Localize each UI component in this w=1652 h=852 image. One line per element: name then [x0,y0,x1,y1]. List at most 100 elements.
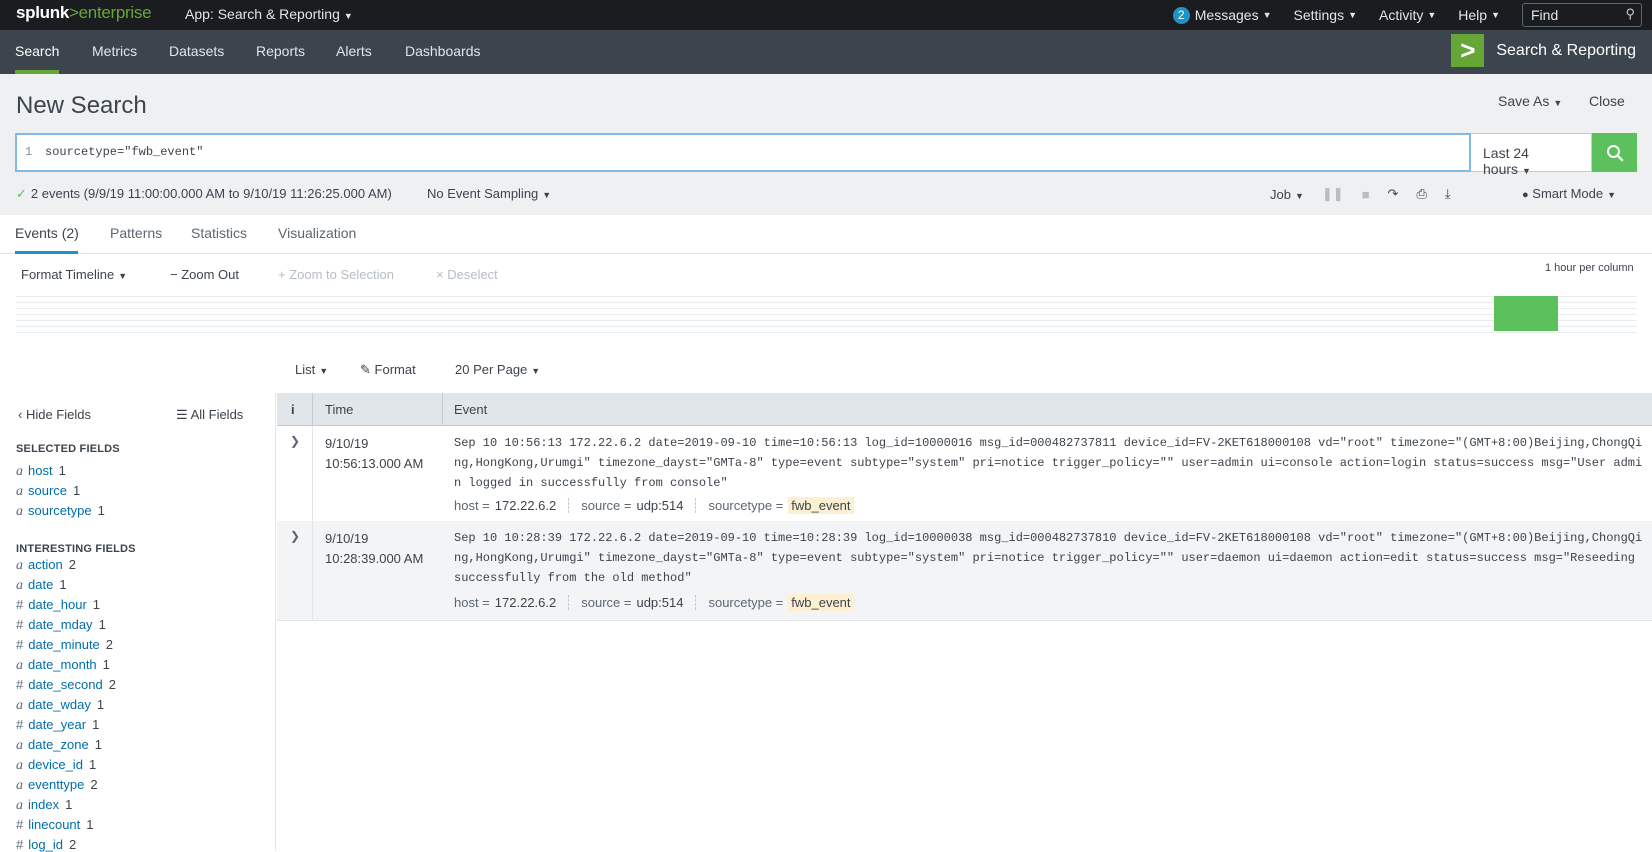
field-item-sourcetype[interactable]: a sourcetype 1 [16,503,105,520]
tab-statistics[interactable]: Statistics [191,225,247,241]
field-count: 1 [98,617,106,632]
string-field-icon: a [16,798,23,813]
field-count: 2 [68,837,77,852]
field-name: date_wday [28,697,91,712]
field-count: 1 [97,503,105,518]
zoom-out-label: Zoom Out [181,267,240,282]
app-nav-bar: Search Metrics Datasets Reports Alerts D… [0,30,1652,74]
search-submit-button[interactable] [1592,133,1637,172]
event-time[interactable]: 9/10/19 10:56:13.000 AM [325,434,423,474]
nav-search[interactable]: Search [15,43,59,59]
event-sampling-dropdown[interactable]: No Event Sampling ▼ [427,186,551,201]
string-field-icon: a [16,578,23,593]
zoom-to-selection-button[interactable]: + Zoom to Selection [278,267,394,282]
table-row: ❯ 9/10/19 10:28:39.000 AM Sep 10 10:28:39… [277,521,1652,620]
event-field-source[interactable]: source = udp:514 [581,595,697,610]
field-count: 1 [73,483,81,498]
app-title[interactable]: > Search & Reporting [1451,34,1636,67]
stop-icon[interactable]: ■ [1362,187,1370,202]
nav-reports[interactable]: Reports [256,43,305,59]
format-button[interactable]: ✎ Format [360,362,416,378]
app-menu[interactable]: App: Search & Reporting ▼ [185,6,353,22]
field-item-linecount[interactable]: # linecount 1 [16,817,94,832]
search-icon: ⚲ [1625,6,1635,21]
list-view-dropdown[interactable]: List ▼ [295,362,328,377]
expand-row-icon[interactable]: ❯ [290,434,300,448]
chevron-down-icon: ▼ [1553,98,1563,108]
field-item-date-zone[interactable]: a date_zone 1 [16,737,102,754]
search-mode-dropdown[interactable]: ● Smart Mode ▼ [1522,186,1616,201]
settings-menu[interactable]: Settings ▼ [1294,7,1358,23]
field-item-date-year[interactable]: # date_year 1 [16,717,99,732]
chevron-down-icon: ▼ [1294,190,1304,201]
timeline-gridline [16,308,1637,309]
event-field-host[interactable]: host = 172.22.6.2 [454,595,570,610]
zoom-out-button[interactable]: − Zoom Out [170,267,239,282]
close-button[interactable]: Close [1589,93,1625,109]
messages-menu[interactable]: 2 Messages ▼ [1172,6,1272,24]
field-item-date-hour[interactable]: # date_hour 1 [16,597,100,612]
all-fields-button[interactable]: ☰ All Fields [176,407,243,423]
field-name: date [28,577,54,592]
activity-menu[interactable]: Activity ▼ [1379,7,1436,23]
field-item-eventtype[interactable]: a eventtype 2 [16,777,98,794]
time-range-picker[interactable]: Last 24 hours ▼ [1471,133,1592,177]
help-menu[interactable]: Help ▼ [1458,7,1500,23]
field-item-index[interactable]: a index 1 [16,797,72,814]
nav-datasets[interactable]: Datasets [169,43,224,59]
field-item-device-id[interactable]: a device_id 1 [16,757,96,774]
field-item-date-second[interactable]: # date_second 2 [16,677,116,692]
chevron-down-icon: ▼ [118,271,128,281]
tab-patterns[interactable]: Patterns [110,225,162,241]
save-as-button[interactable]: Save As ▼ [1498,93,1562,109]
event-field-summary: host = 172.22.6.2 source = udp:514 sourcet… [454,497,878,514]
nav-metrics[interactable]: Metrics [92,43,137,59]
field-item-date-wday[interactable]: a date_wday 1 [16,697,104,714]
field-item-action[interactable]: a action 2 [16,557,76,574]
share-icon[interactable]: ↷ [1388,186,1399,202]
event-clock: 10:56:13.000 AM [325,456,424,471]
field-item-log-id[interactable]: # log_id 2 [16,837,76,852]
per-page-dropdown[interactable]: 20 Per Page ▼ [455,362,540,377]
tab-events[interactable]: Events (2) [15,225,79,241]
event-raw-text[interactable]: Sep 10 10:28:39 172.22.6.2 date=2019-09-… [454,528,1646,588]
nav-dashboards[interactable]: Dashboards [405,43,481,59]
field-value: fwb_event [788,497,854,514]
deselect-button[interactable]: × Deselect [436,267,498,282]
page-title: New Search [16,92,147,119]
tab-visualization[interactable]: Visualization [278,225,356,241]
field-item-source[interactable]: a source 1 [16,483,80,500]
field-item-host[interactable]: a host 1 [16,463,66,480]
event-field-sourcetype[interactable]: sourcetype = fwb_event [708,497,865,514]
string-field-icon: a [16,778,23,793]
event-field-host[interactable]: host = 172.22.6.2 [454,498,570,513]
field-item-date-month[interactable]: a date_month 1 [16,657,110,674]
event-time[interactable]: 9/10/19 10:28:39.000 AM [325,529,423,569]
timeline-chart[interactable] [16,296,1637,333]
event-raw-text[interactable]: Sep 10 10:56:13 172.22.6.2 date=2019-09-… [454,433,1646,493]
event-field-sourcetype[interactable]: sourcetype = fwb_event [708,594,865,611]
splunk-logo[interactable]: splunk>enterprise [16,3,152,23]
job-menu[interactable]: Job ▼ [1270,187,1304,202]
job-status: ✓ 2 events (9/9/19 11:00:00.000 AM to 9/1… [16,186,392,202]
export-icon[interactable]: ⤓ [1445,186,1451,202]
expand-row-icon[interactable]: ❯ [290,529,300,543]
field-item-date[interactable]: a date 1 [16,577,67,594]
nav-alerts[interactable]: Alerts [336,43,372,59]
numeric-field-icon: # [16,637,24,652]
field-item-date-mday[interactable]: # date_mday 1 [16,617,106,632]
event-field-source[interactable]: source = udp:514 [581,498,697,513]
field-count: 1 [92,597,101,612]
field-item-date-minute[interactable]: # date_minute 2 [16,637,113,652]
timeline-bar[interactable] [1494,296,1558,331]
search-query-input[interactable]: 1 sourcetype="fwb_event" [15,133,1471,172]
find-input[interactable]: Find ⚲ [1522,3,1642,27]
string-field-icon: a [16,504,23,519]
format-timeline-button[interactable]: Format Timeline ▼ [21,267,127,282]
hide-fields-button[interactable]: ‹ Hide Fields [18,407,91,422]
pause-icon[interactable]: ❚❚ [1322,186,1344,202]
print-icon[interactable]: ⎙ [1416,186,1426,202]
time-column-header[interactable]: Time [325,402,353,417]
field-count: 1 [88,757,97,772]
messages-count-badge: 2 [1172,6,1190,24]
